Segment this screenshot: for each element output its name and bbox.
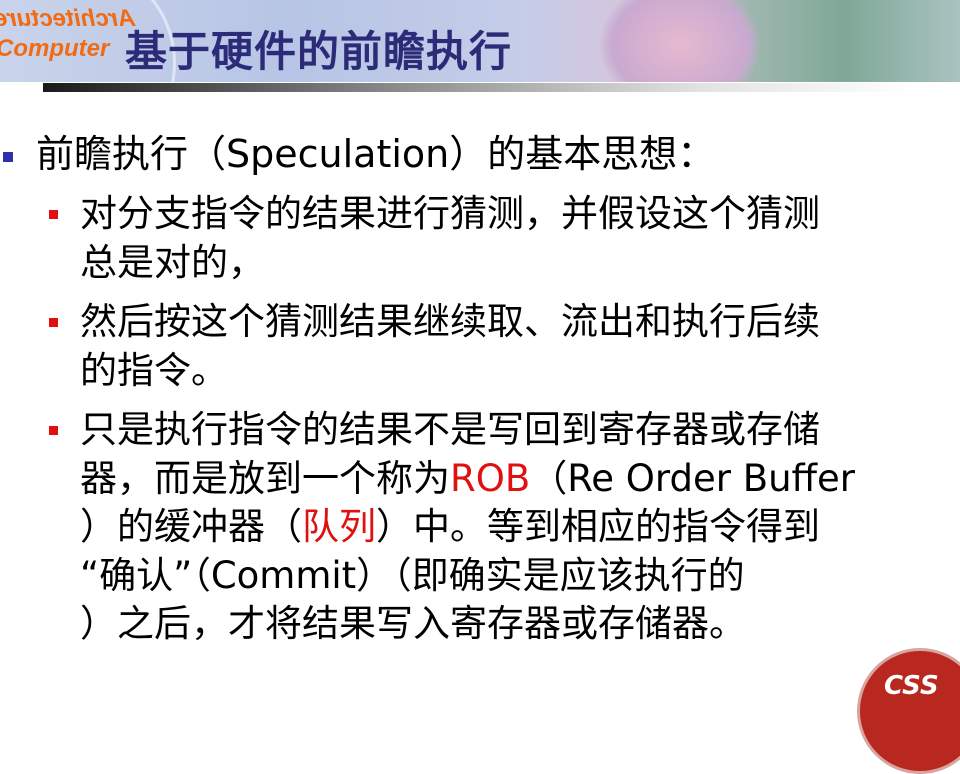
logo: Architecture Computer xyxy=(0,5,136,62)
main-bullet-icon xyxy=(3,152,13,162)
sub-bullet-icon xyxy=(49,318,58,327)
text-line: 对分支指令的结果进行猜测，并假设这个猜测 xyxy=(80,190,820,239)
text-segment: 只是执行指令的结果不是写回到寄存器或存储 xyxy=(80,408,820,451)
logo-line2: Computer xyxy=(0,35,110,62)
text-segment: 器，而是放到一个称为 xyxy=(80,456,450,500)
sub-point-2: 然后按这个猜测结果继续取、流出和执行后续 的指令。 xyxy=(80,298,820,395)
header-banner: Architecture Computer 基于硬件的前瞻执行 xyxy=(0,0,960,82)
sub-point-1: 对分支指令的结果进行猜测，并假设这个猜测 总是对的， xyxy=(80,190,820,287)
text-segment: 的指令。 xyxy=(80,348,228,392)
text-line: 然后按这个猜测结果继续取、流出和执行后续 xyxy=(80,298,820,347)
text-line: ）之后，才将结果写入寄存器或存储器。 xyxy=(80,600,855,649)
logo-line1: Architecture xyxy=(0,5,136,32)
highlighted-term: ROB xyxy=(450,456,531,500)
highlighted-term: 队列 xyxy=(302,505,376,548)
text-segment: “确认”（Commit）（即确实是应该执行的 xyxy=(80,553,745,597)
text-line: “确认”（Commit）（即确实是应该执行的 xyxy=(80,552,855,601)
title-divider xyxy=(43,83,916,92)
sub-bullet-icon xyxy=(49,210,58,219)
decorative-blob xyxy=(600,0,760,82)
sub-bullet-icon xyxy=(49,426,58,435)
text-segment: （Re Order Buffer xyxy=(530,456,855,500)
main-point: 前瞻执行（Speculation）的基本思想： xyxy=(36,132,716,176)
text-segment: 总是对的， xyxy=(80,240,265,284)
text-line: ）的缓冲器（队列）中。等到相应的指令得到 xyxy=(80,503,855,552)
text-line: 只是执行指令的结果不是写回到寄存器或存储 xyxy=(80,406,855,455)
text-line: 总是对的， xyxy=(80,239,820,288)
text-line: 器，而是放到一个称为ROB（Re Order Buffer xyxy=(80,455,855,504)
text-segment: 对分支指令的结果进行猜测，并假设这个猜测 xyxy=(80,192,820,235)
text-line: 的指令。 xyxy=(80,347,820,396)
text-segment: ）的缓冲器（ xyxy=(80,505,302,548)
seal-text: CSS xyxy=(884,671,939,701)
text-segment: ）之后，才将结果写入寄存器或存储器。 xyxy=(80,602,746,645)
sub-point-3: 只是执行指令的结果不是写回到寄存器或存储 器，而是放到一个称为ROB（Re Ord… xyxy=(80,406,855,649)
slide-title: 基于硬件的前瞻执行 xyxy=(125,27,513,76)
text-segment: ）中。等到相应的指令得到 xyxy=(376,505,820,548)
university-seal: CSS xyxy=(857,648,960,774)
text-segment: 然后按这个猜测结果继续取、流出和执行后续 xyxy=(80,300,820,343)
